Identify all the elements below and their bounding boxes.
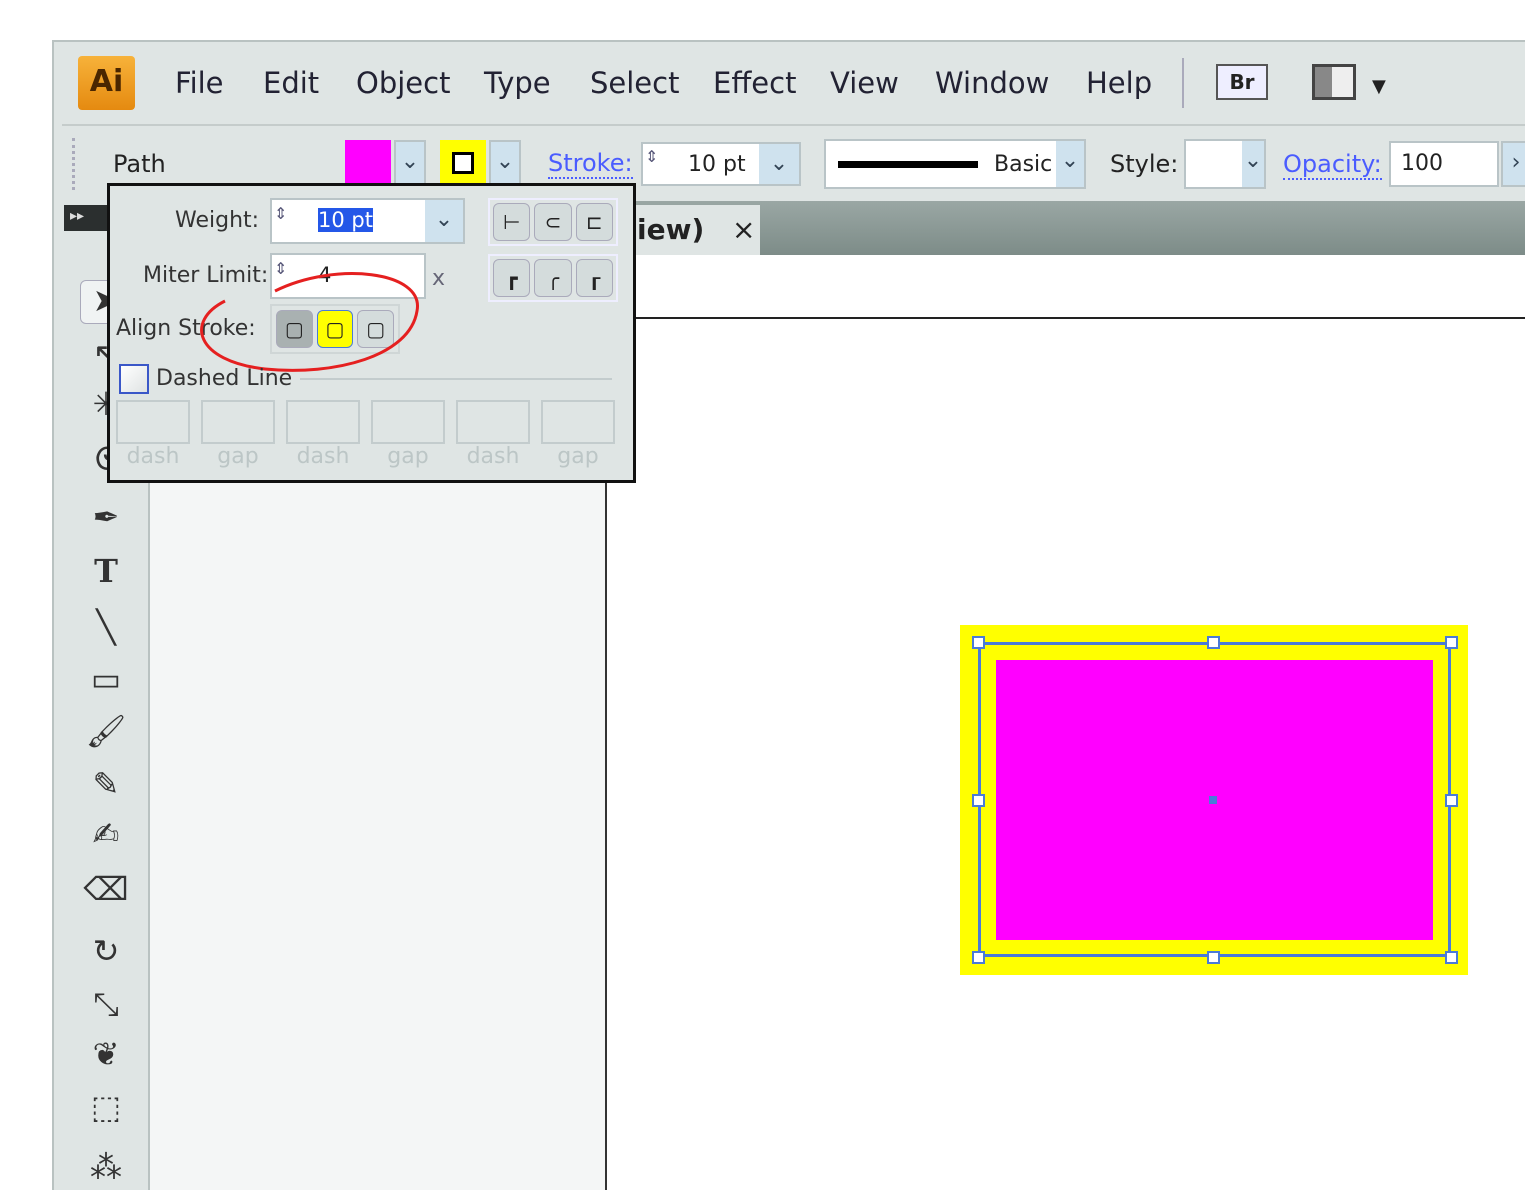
projecting-cap-icon[interactable]: ⊏: [575, 203, 613, 241]
menu-effect[interactable]: Effect: [713, 66, 796, 100]
menu-view[interactable]: View: [830, 66, 899, 100]
gap-label: gap: [557, 444, 599, 469]
scale-tool-icon[interactable]: ⤡: [80, 985, 132, 1029]
miter-unit: x: [432, 266, 446, 291]
round-cap-icon[interactable]: ⊂: [534, 203, 572, 241]
menu-object[interactable]: Object: [356, 66, 450, 100]
dash-field[interactable]: [286, 400, 360, 444]
weight-dropdown[interactable]: ⌄: [425, 200, 463, 242]
stroke-weight-field[interactable]: ⇕ 10 pt ⌄: [641, 142, 801, 186]
document-tab-title: iew): [637, 213, 705, 246]
brush-label: Basic: [994, 152, 1053, 177]
stroke-dropdown[interactable]: ⌄: [489, 140, 521, 186]
rectangle-tool-icon[interactable]: ▭: [80, 660, 132, 704]
stroke-weight-value: 10 pt: [688, 152, 746, 177]
bevel-join-icon[interactable]: ┎: [575, 259, 613, 297]
workspace-icon[interactable]: [1312, 64, 1356, 100]
red-annotation-circle: [200, 272, 419, 372]
divider: [300, 378, 612, 380]
gap-label: gap: [387, 444, 429, 469]
menu-separator: [1182, 58, 1184, 108]
gap-label: gap: [217, 444, 259, 469]
warp-tool-icon[interactable]: ❦: [80, 1035, 132, 1079]
ai-logo: Ai: [78, 56, 135, 110]
weight-label: Weight:: [175, 208, 260, 233]
grip-icon[interactable]: [72, 138, 80, 190]
menu-window[interactable]: Window: [935, 66, 1049, 100]
gap-field[interactable]: [371, 400, 445, 444]
rotate-tool-icon[interactable]: ↻: [80, 932, 132, 976]
stepper-icon[interactable]: ⇕: [274, 204, 287, 223]
dash-label: dash: [126, 444, 180, 469]
dashed-line-checkbox[interactable]: [119, 364, 149, 394]
workspace-dropdown-icon[interactable]: ▼: [1372, 76, 1386, 97]
document-tab[interactable]: iew) ×: [635, 205, 760, 255]
stroke-link[interactable]: Stroke:: [548, 149, 633, 179]
dash-field[interactable]: [116, 400, 190, 444]
menu-file[interactable]: File: [175, 66, 224, 100]
paintbrush-tool-icon[interactable]: 🖌: [80, 712, 132, 756]
fill-dropdown[interactable]: ⌄: [394, 140, 426, 186]
selection-handle[interactable]: [972, 636, 985, 649]
opacity-arrow[interactable]: ›: [1501, 141, 1525, 187]
selection-handle[interactable]: [1207, 636, 1220, 649]
stroke-panel: Weight: ⇕ 10 pt ⌄ ⊢ ⊂ ⊏ Miter Limit: ⇕ 4 x…: [107, 183, 636, 483]
opacity-field[interactable]: 100: [1389, 141, 1499, 187]
free-transform-tool-icon[interactable]: ⬚: [80, 1088, 132, 1132]
weight-field[interactable]: ⇕ 10 pt ⌄: [270, 198, 465, 244]
selection-handle[interactable]: [972, 794, 985, 807]
selection-handle[interactable]: [972, 951, 985, 964]
miter-join-icon[interactable]: ┏: [493, 259, 531, 297]
menu-select[interactable]: Select: [590, 66, 679, 100]
dash-label: dash: [296, 444, 350, 469]
dash-label: dash: [466, 444, 520, 469]
line-tool-icon[interactable]: ╲: [80, 608, 132, 652]
selection-handle[interactable]: [1445, 951, 1458, 964]
fill-swatch[interactable]: [345, 140, 391, 186]
gap-field[interactable]: [541, 400, 615, 444]
opacity-link[interactable]: Opacity:: [1283, 150, 1382, 180]
pencil-tool-icon[interactable]: ✎: [80, 765, 132, 809]
symbol-sprayer-tool-icon[interactable]: ⁂: [80, 1148, 132, 1192]
butt-cap-icon[interactable]: ⊢: [493, 203, 531, 241]
pen-tool-icon[interactable]: ✒: [80, 498, 132, 542]
style-dropdown[interactable]: ⌄: [1242, 141, 1264, 187]
menu-type[interactable]: Type: [484, 66, 551, 100]
menu-help[interactable]: Help: [1086, 66, 1152, 100]
brush-dropdown[interactable]: ⌄: [1056, 141, 1084, 187]
style-field[interactable]: ⌄: [1184, 139, 1266, 189]
selection-handle[interactable]: [1207, 951, 1220, 964]
stroke-weight-dropdown[interactable]: ⌄: [759, 144, 799, 184]
round-join-icon[interactable]: ╭: [534, 259, 572, 297]
close-tab-icon[interactable]: ×: [732, 213, 755, 246]
eraser-tool-icon[interactable]: ⌫: [80, 870, 132, 914]
style-label: Style:: [1110, 150, 1179, 178]
blob-brush-tool-icon[interactable]: ✍: [80, 815, 132, 859]
bridge-button[interactable]: Br: [1216, 64, 1268, 100]
selection-handle[interactable]: [1445, 636, 1458, 649]
brush-stroke-preview: [838, 161, 978, 168]
weight-value: 10 pt: [318, 208, 373, 232]
selection-handle[interactable]: [1445, 794, 1458, 807]
type-tool-icon[interactable]: T: [80, 552, 132, 596]
menu-edit[interactable]: Edit: [263, 66, 319, 100]
brush-definition-field[interactable]: Basic ⌄: [824, 139, 1086, 189]
dash-field[interactable]: [456, 400, 530, 444]
dashed-line-label: Dashed Line: [156, 366, 293, 391]
gap-field[interactable]: [201, 400, 275, 444]
object-type-label: Path: [113, 150, 166, 178]
stepper-icon[interactable]: ⇕: [645, 147, 658, 166]
ruler-area: [605, 255, 1525, 319]
center-point: [1209, 796, 1217, 804]
stroke-swatch[interactable]: [440, 140, 486, 186]
